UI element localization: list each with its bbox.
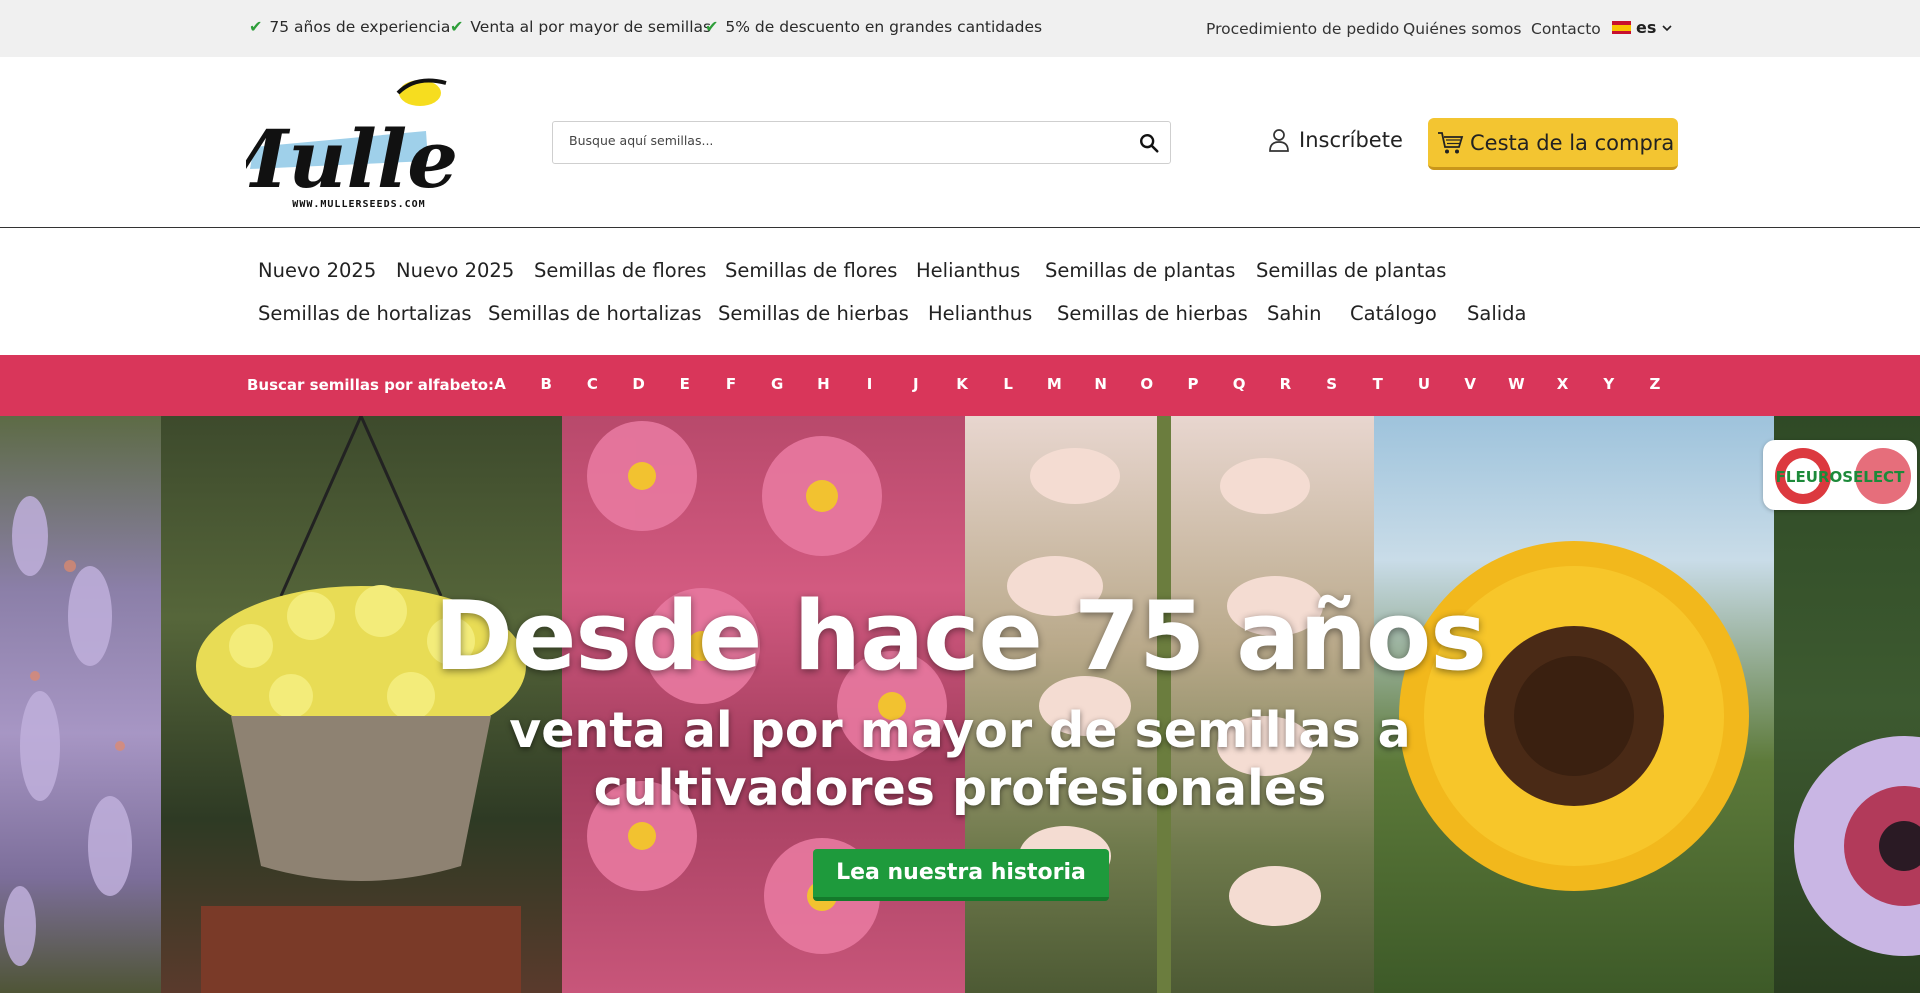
nav-item-flower-seeds[interactable]: Semillas de flores — [725, 259, 897, 282]
alphabet-letter-k[interactable]: K — [952, 375, 972, 393]
alphabet-letter-g[interactable]: G — [767, 375, 787, 393]
nav-item-outlet[interactable]: Salida — [1467, 302, 1527, 325]
nav-item-catalog[interactable]: Catálogo — [1350, 302, 1437, 325]
alphabet-letter-e[interactable]: E — [675, 375, 695, 393]
alphabet-letter-b[interactable]: B — [536, 375, 556, 393]
nav-item-vegetable-seeds[interactable]: Semillas de hortalizas — [258, 302, 472, 325]
alphabet-letter-q[interactable]: Q — [1229, 375, 1249, 393]
usp-item: ✔ Venta al por mayor de semillas — [450, 17, 711, 36]
chevron-down-icon — [1662, 24, 1672, 31]
alphabet-label: Buscar semillas por alfabeto: — [247, 376, 495, 394]
nav-item-new-2025[interactable]: Nuevo 2025 — [396, 259, 514, 282]
alphabet-letter-j[interactable]: J — [906, 375, 926, 393]
signup-link[interactable]: Inscríbete — [1268, 128, 1403, 152]
site-header: Muller WWW.MULLERSEEDS.COM Inscríbete Ce… — [0, 57, 1920, 228]
alphabet-letter-f[interactable]: F — [721, 375, 741, 393]
alphabet-letter-i[interactable]: I — [860, 375, 880, 393]
alphabet-bar: Buscar semillas por alfabeto: A B C D E F G H I J… — [0, 355, 1920, 416]
alphabet-letter-d[interactable]: D — [629, 375, 649, 393]
nav-item-plant-seeds[interactable]: Semillas de plantas — [1045, 259, 1235, 282]
nav-item-vegetable-seeds[interactable]: Semillas de hortalizas — [488, 302, 702, 325]
spain-flag-icon — [1612, 21, 1631, 34]
nav-item-new-2025[interactable]: Nuevo 2025 — [258, 259, 376, 282]
read-our-story-button[interactable]: Lea nuestra historia — [813, 849, 1109, 901]
alphabet-letter-w[interactable]: W — [1506, 375, 1526, 393]
hero-title: Desde hace 75 años — [434, 582, 1487, 692]
alphabet-letter-s[interactable]: S — [1322, 375, 1342, 393]
alphabet-letter-a[interactable]: A — [490, 375, 510, 393]
nav-item-flower-seeds[interactable]: Semillas de flores — [534, 259, 706, 282]
usp-item: ✔ 75 años de experiencia — [249, 17, 450, 36]
cart-button[interactable]: Cesta de la compra — [1428, 118, 1678, 170]
check-icon: ✔ — [705, 17, 719, 36]
logo-wordmark: Muller — [246, 112, 458, 206]
usp-text: 75 años de experiencia — [269, 17, 451, 36]
alphabet-letter-o[interactable]: O — [1137, 375, 1157, 393]
alphabet-letter-u[interactable]: U — [1414, 375, 1434, 393]
alphabet-letter-p[interactable]: P — [1183, 375, 1203, 393]
shopping-cart-icon — [1438, 131, 1464, 153]
alphabet-letter-c[interactable]: C — [582, 375, 602, 393]
alphabet-letter-v[interactable]: V — [1460, 375, 1480, 393]
language-selector[interactable]: es — [1612, 18, 1673, 37]
user-icon — [1269, 129, 1289, 152]
hero-subtitle: venta al por mayor de semillas a cultiva… — [0, 702, 1920, 818]
link-contact[interactable]: Contacto — [1531, 20, 1601, 38]
check-icon: ✔ — [450, 17, 464, 36]
nav-item-plant-seeds[interactable]: Semillas de plantas — [1256, 259, 1446, 282]
usp-text: 5% de descuento en grandes cantidades — [725, 17, 1043, 36]
alphabet-letter-l[interactable]: L — [998, 375, 1018, 393]
alphabet-letter-m[interactable]: M — [1044, 375, 1064, 393]
alphabet-letter-n[interactable]: N — [1091, 375, 1111, 393]
hero-banner: FLEUROSELECT Desde hace 75 años venta al… — [0, 416, 1920, 993]
usp-text: Venta al por mayor de semillas — [470, 17, 712, 36]
language-code: es — [1636, 18, 1657, 37]
check-icon: ✔ — [249, 17, 263, 36]
alphabet-letter-r[interactable]: R — [1275, 375, 1295, 393]
nav-item-helianthus[interactable]: Helianthus — [916, 259, 1020, 282]
hero-subtitle-line: venta al por mayor de semillas a — [509, 702, 1411, 759]
search-input[interactable] — [569, 133, 1109, 148]
alphabet-letter-y[interactable]: Y — [1599, 375, 1619, 393]
nav-item-herb-seeds[interactable]: Semillas de hierbas — [718, 302, 909, 325]
alphabet-letter-z[interactable]: Z — [1645, 375, 1665, 393]
alphabet-letter-t[interactable]: T — [1368, 375, 1388, 393]
nav-item-helianthus[interactable]: Helianthus — [928, 302, 1032, 325]
hero-subtitle-line: cultivadores profesionales — [593, 760, 1327, 817]
search-icon[interactable] — [1138, 132, 1160, 154]
nav-item-herb-seeds[interactable]: Semillas de hierbas — [1057, 302, 1248, 325]
cart-label: Cesta de la compra — [1470, 130, 1675, 155]
alphabet-letter-h[interactable]: H — [813, 375, 833, 393]
link-about-us[interactable]: Quiénes somos — [1403, 20, 1521, 38]
link-order-procedure[interactable]: Procedimiento de pedido — [1206, 20, 1399, 38]
main-navigation: Nuevo 2025 Nuevo 2025 Semillas de flores… — [0, 229, 1920, 355]
muller-logo[interactable]: Muller WWW.MULLERSEEDS.COM — [197, 71, 505, 211]
usp-item: ✔ 5% de descuento en grandes cantidades — [705, 17, 1042, 36]
fleuroselect-badge[interactable]: FLEUROSELECT — [1763, 440, 1917, 510]
logo-url: WWW.MULLERSEEDS.COM — [292, 199, 425, 210]
search-box — [552, 121, 1171, 164]
fleuroselect-text: FLEUROSELECT — [1776, 468, 1905, 486]
alphabet-letter-x[interactable]: X — [1553, 375, 1573, 393]
nav-item-sahin[interactable]: Sahin — [1267, 302, 1321, 325]
top-bar: ✔ 75 años de experiencia ✔ Venta al por … — [0, 0, 1920, 57]
signup-label: Inscríbete — [1299, 128, 1403, 152]
